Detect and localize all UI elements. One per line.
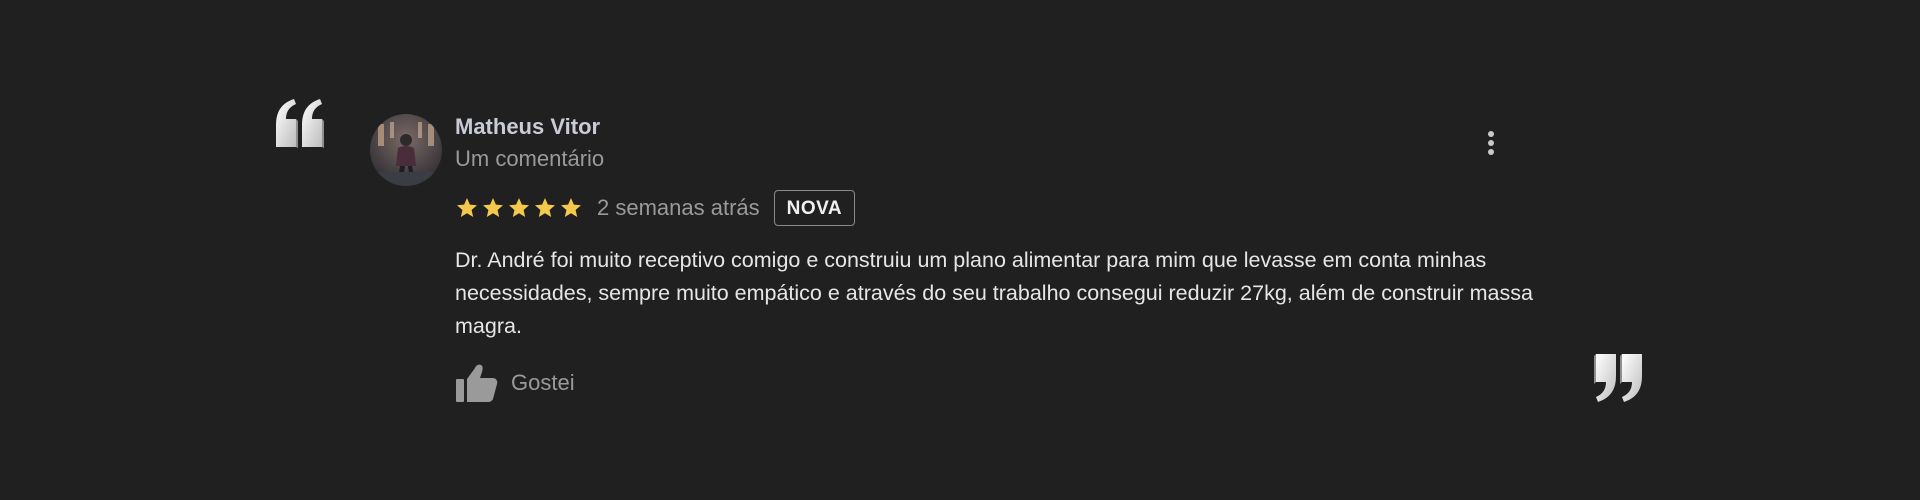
avatar[interactable]	[370, 114, 442, 186]
star-rating	[455, 196, 583, 220]
star-icon	[457, 198, 477, 217]
like-button[interactable]: Gostei	[455, 361, 1550, 405]
star-icon	[483, 198, 503, 217]
star-icon	[509, 198, 529, 217]
rating-row: 2 semanas atrás NOVA	[455, 188, 1550, 228]
star-icon	[561, 198, 581, 217]
like-label: Gostei	[511, 370, 575, 395]
review-text: Dr. André foi muito receptivo comigo e c…	[455, 248, 1533, 338]
quote-close-icon	[1592, 350, 1648, 406]
more-vertical-icon	[1488, 131, 1494, 155]
review-time: 2 semanas atrás	[597, 195, 760, 220]
review-content: Matheus Vitor Um comentário 2 semanas at…	[455, 112, 1550, 405]
new-badge: NOVA	[773, 190, 856, 226]
author-review-count: Um comentário	[455, 146, 605, 171]
star-icon	[535, 198, 555, 217]
thumbs-up-icon	[456, 364, 498, 402]
quote-open-icon	[272, 95, 328, 151]
more-options-button[interactable]	[1475, 127, 1507, 159]
author-name[interactable]: Matheus Vitor	[455, 112, 1550, 142]
